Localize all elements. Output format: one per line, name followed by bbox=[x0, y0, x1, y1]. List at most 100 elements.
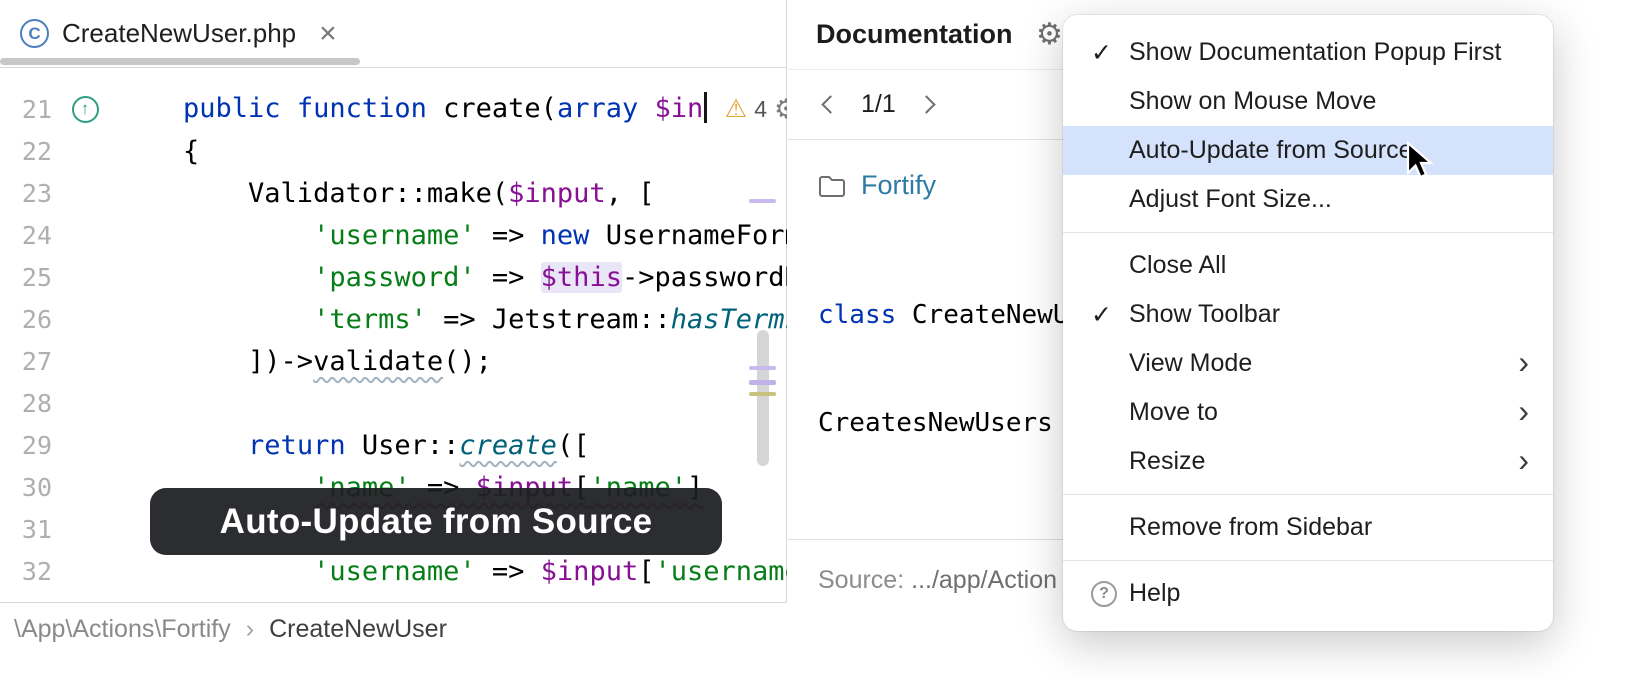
checkmark-icon: ✓ bbox=[1091, 38, 1129, 68]
class-declaration: class CreateNewUs CreatesNewUsers bbox=[788, 201, 1064, 513]
line-number[interactable]: 32 bbox=[0, 557, 52, 586]
menu-item-label: Show Documentation Popup First bbox=[1129, 38, 1529, 67]
menu-separator bbox=[1063, 494, 1553, 495]
mouse-cursor bbox=[1404, 141, 1440, 181]
menu-item-show-documentation-popup-first[interactable]: ✓Show Documentation Popup First bbox=[1063, 28, 1553, 77]
override-gutter-icon[interactable]: ↑ bbox=[52, 96, 118, 123]
menu-item-close-all[interactable]: Close All bbox=[1063, 241, 1553, 290]
line-number[interactable]: 23 bbox=[0, 179, 52, 208]
code-line[interactable]: 26 'terms' => Jetstream::hasTermsAn bbox=[0, 298, 787, 340]
submenu-arrow-icon: › bbox=[1518, 444, 1529, 480]
analysis-stripe-mark bbox=[749, 366, 776, 370]
source-row: Source: .../app/Action bbox=[788, 540, 1064, 595]
submenu-arrow-icon: › bbox=[1518, 346, 1529, 382]
folder-icon bbox=[818, 174, 846, 198]
class-keyword: class bbox=[818, 300, 896, 330]
menu-item-label: Remove from Sidebar bbox=[1129, 513, 1529, 542]
documentation-toolbar: 1/1 bbox=[788, 70, 1064, 140]
code-line[interactable]: 24 'username' => new UsernameFormat bbox=[0, 214, 787, 256]
menu-item-auto-update-from-source[interactable]: Auto-Update from Source bbox=[1063, 126, 1553, 175]
documentation-title: Documentation bbox=[816, 19, 1013, 50]
menu-item-label: Auto-Update from Source bbox=[1129, 136, 1529, 165]
line-number[interactable]: 30 bbox=[0, 473, 52, 502]
namespace-row: Fortify bbox=[788, 140, 1064, 201]
line-number[interactable]: 31 bbox=[0, 515, 52, 544]
menu-item-help[interactable]: ?Help bbox=[1063, 569, 1553, 618]
code-line[interactable]: 27 ])->validate(); bbox=[0, 340, 787, 382]
prev-page-icon[interactable] bbox=[821, 95, 839, 113]
pager-count: 1/1 bbox=[861, 90, 896, 119]
code-text: 'username' => $input['username'] bbox=[118, 556, 787, 587]
text-caret bbox=[704, 92, 707, 123]
warning-icon: ⚠ bbox=[725, 97, 747, 122]
code-line[interactable]: 28 bbox=[0, 382, 787, 424]
help-icon: ? bbox=[1091, 581, 1129, 607]
action-tooltip-text: Auto-Update from Source bbox=[220, 502, 653, 542]
tab-title: CreateNewUser.php bbox=[62, 18, 296, 49]
inspection-settings-gear-icon[interactable]: ⚙ bbox=[774, 96, 787, 123]
code-line[interactable]: 29 return User::create([ bbox=[0, 424, 787, 466]
checkmark-icon: ✓ bbox=[1091, 300, 1129, 330]
menu-item-view-mode[interactable]: View Mode› bbox=[1063, 339, 1553, 388]
up-arrow-icon: ↑ bbox=[72, 96, 99, 123]
code-line[interactable]: 25 'password' => $this->passwordRul bbox=[0, 256, 787, 298]
breadcrumb-path[interactable]: \App\Actions\Fortify bbox=[14, 615, 231, 644]
line-number[interactable]: 21 bbox=[0, 95, 52, 124]
code-line[interactable]: 32 'username' => $input['username'] bbox=[0, 550, 787, 592]
menu-item-label: Adjust Font Size... bbox=[1129, 185, 1529, 214]
line-number[interactable]: 29 bbox=[0, 431, 52, 460]
menu-item-resize[interactable]: Resize› bbox=[1063, 437, 1553, 486]
breadcrumb-current[interactable]: CreateNewUser bbox=[269, 615, 447, 644]
menu-item-label: Help bbox=[1129, 579, 1529, 608]
code-text: public function create(array $in⚠4⚙; bbox=[118, 92, 787, 127]
line-number[interactable]: 25 bbox=[0, 263, 52, 292]
submenu-arrow-icon: › bbox=[1518, 395, 1529, 431]
namespace-link[interactable]: Fortify bbox=[861, 170, 936, 201]
warning-count: 4 bbox=[754, 96, 767, 123]
menu-item-remove-from-sidebar[interactable]: Remove from Sidebar bbox=[1063, 503, 1553, 552]
code-line[interactable]: 22 { bbox=[0, 130, 787, 172]
documentation-gear-icon[interactable]: ⚙ bbox=[1036, 17, 1063, 52]
analysis-stripe-mark bbox=[749, 380, 776, 385]
context-menu: ✓Show Documentation Popup FirstShow on M… bbox=[1063, 15, 1553, 631]
menu-item-move-to[interactable]: Move to› bbox=[1063, 388, 1553, 437]
documentation-panel: Documentation ⚙ 1/1 Fortify class Create… bbox=[788, 0, 1064, 680]
class-name: CreateNewUs bbox=[896, 300, 1084, 330]
menu-item-show-toolbar[interactable]: ✓Show Toolbar bbox=[1063, 290, 1553, 339]
menu-item-label: Close All bbox=[1129, 251, 1529, 280]
code-text: 'username' => new UsernameFormat bbox=[118, 220, 787, 251]
code-text: 'password' => $this->passwordRul bbox=[118, 262, 787, 293]
menu-item-show-on-mouse-move[interactable]: Show on Mouse Move bbox=[1063, 77, 1553, 126]
menu-separator bbox=[1063, 560, 1553, 561]
menu-item-adjust-font-size[interactable]: Adjust Font Size... bbox=[1063, 175, 1553, 224]
editor-scrollbar-thumb[interactable] bbox=[757, 330, 769, 466]
source-path: .../app/Action bbox=[904, 566, 1057, 594]
inspection-widget[interactable]: ⚠ 4 ⚙ bbox=[725, 96, 787, 123]
tab-horizontal-scrollbar[interactable] bbox=[0, 58, 360, 65]
tab-createnewuser-php[interactable]: C CreateNewUser.php × bbox=[0, 0, 351, 67]
editor-pane: C CreateNewUser.php × 21↑ public functio… bbox=[0, 0, 787, 680]
analysis-stripe-mark bbox=[749, 392, 776, 396]
next-page-icon[interactable] bbox=[917, 95, 935, 113]
code-line[interactable]: 21↑ public function create(array $in⚠4⚙; bbox=[0, 88, 787, 130]
menu-item-label: Show Toolbar bbox=[1129, 300, 1529, 329]
line-number[interactable]: 27 bbox=[0, 347, 52, 376]
line-number[interactable]: 22 bbox=[0, 137, 52, 166]
line-number[interactable]: 28 bbox=[0, 389, 52, 418]
menu-item-label: View Mode bbox=[1129, 349, 1518, 378]
code-line[interactable]: 23 Validator::make($input, [ bbox=[0, 172, 787, 214]
tab-close-icon[interactable]: × bbox=[319, 19, 337, 49]
action-tooltip: Auto-Update from Source bbox=[150, 488, 722, 555]
menu-item-label: Show on Mouse Move bbox=[1129, 87, 1529, 116]
code-text: 'terms' => Jetstream::hasTermsAn bbox=[118, 304, 787, 335]
analysis-stripe-mark bbox=[749, 199, 776, 203]
code-text: ])->validate(); bbox=[118, 346, 492, 377]
line-number[interactable]: 26 bbox=[0, 305, 52, 334]
menu-separator bbox=[1063, 232, 1553, 233]
breadcrumb-separator-icon: › bbox=[246, 615, 254, 644]
class-interface: CreatesNewUsers bbox=[818, 405, 1064, 441]
code-text: Validator::make($input, [ bbox=[118, 178, 654, 209]
menu-item-label: Resize bbox=[1129, 447, 1518, 476]
line-number[interactable]: 24 bbox=[0, 221, 52, 250]
source-label: Source: bbox=[818, 566, 904, 594]
